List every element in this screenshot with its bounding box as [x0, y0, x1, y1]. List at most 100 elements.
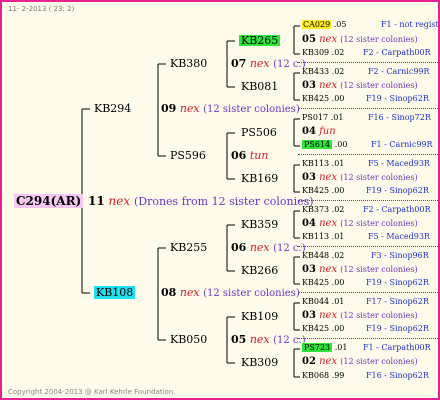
- gen4-origin: F19 - Sinop62R: [366, 278, 429, 287]
- gen3-queen-kb265[interactable]: KB265: [239, 35, 281, 46]
- gen3-brood: 04 nex (12 sister colonies): [302, 219, 418, 229]
- gen4-queen[interactable]: KB425: [302, 94, 329, 103]
- separator: [298, 338, 438, 339]
- gen4-entry: KB068 .99: [302, 372, 344, 380]
- gen4-queen[interactable]: KB433: [302, 67, 329, 76]
- gen4-number: .01: [331, 297, 345, 306]
- gen4-queen[interactable]: KB425: [302, 278, 329, 287]
- gen4-queen[interactable]: PS614: [302, 140, 333, 149]
- gen2-queen-kb380[interactable]: KB380: [170, 58, 207, 69]
- gen4-entry: KB433 .02: [302, 68, 344, 76]
- gen2-brood: 07 nex (12 c.): [231, 58, 306, 70]
- gen3-queen-kb266[interactable]: KB266: [241, 265, 278, 276]
- relation: nex: [179, 102, 200, 115]
- gen4-queen[interactable]: KB044: [302, 297, 329, 306]
- gen4-origin: F5 - Maced93R: [368, 232, 430, 241]
- gen4-queen[interactable]: PS017: [302, 113, 328, 122]
- copyright-footer: Copyright 2004-2013 @ Karl Kehrle Founda…: [8, 388, 176, 396]
- relation: nex: [319, 34, 338, 45]
- brood-number: 09: [161, 102, 177, 115]
- brood-description: (12 sister colonies): [340, 311, 418, 320]
- gen3-queen-kb169[interactable]: KB169: [241, 173, 278, 184]
- gen4-entry: CA029 .05: [302, 20, 346, 29]
- separator: [298, 108, 438, 109]
- brood-number: 04: [302, 126, 316, 137]
- relation: nex: [249, 57, 270, 70]
- relation: nex: [249, 333, 270, 346]
- gen4-queen[interactable]: KB113: [302, 159, 329, 168]
- brood-description: (Drones from 12 sister colonies): [133, 195, 314, 208]
- brood-number: 05: [302, 34, 316, 45]
- gen4-queen[interactable]: KB425: [302, 324, 329, 333]
- gen4-queen[interactable]: KB373: [302, 205, 329, 214]
- gen3-brood: 03 nex (12 sister colonies): [302, 173, 418, 183]
- relation: nex: [319, 264, 338, 275]
- gen3-queen-kb309[interactable]: KB309: [241, 357, 278, 368]
- gen2-queen-ps596[interactable]: PS596: [170, 150, 206, 161]
- brood-description: (12 c.): [273, 59, 306, 70]
- brood-description: (12 sister colonies): [340, 219, 418, 228]
- gen4-number: .01: [331, 232, 345, 241]
- relation: nex: [319, 80, 338, 91]
- brood-number: 07: [231, 57, 247, 70]
- date-line: 11- 2-2013 ( 23: 2): [8, 5, 75, 13]
- gen2-queen-kb255[interactable]: KB255: [170, 242, 207, 253]
- gen4-entry: KB425 .00: [302, 325, 344, 333]
- relation: nex: [319, 172, 338, 183]
- brood-number: 03: [302, 172, 316, 183]
- gen3-queen-kb359[interactable]: KB359: [241, 219, 278, 230]
- gen4-entry: PS614 .00: [302, 140, 347, 149]
- brood-description: (12 sister colonies): [340, 81, 418, 90]
- gen1-queen-kb294[interactable]: KB294: [94, 103, 131, 114]
- gen1-brood: 09 nex (12 sister colonies): [161, 103, 300, 115]
- relation: nex: [108, 194, 131, 208]
- gen4-queen[interactable]: KB113: [302, 232, 329, 241]
- gen4-queen[interactable]: PS723: [302, 343, 333, 352]
- separator: [298, 246, 438, 247]
- gen4-number: .01: [331, 159, 345, 168]
- root-queen[interactable]: C294(AR): [14, 194, 84, 208]
- gen4-entry: PS723 .01: [302, 343, 348, 352]
- relation: tun: [249, 149, 269, 162]
- gen4-origin: F19 - Sinop62R: [366, 186, 429, 195]
- gen4-number: .02: [331, 251, 345, 260]
- relation: nex: [319, 218, 338, 229]
- gen4-queen[interactable]: KB425: [302, 186, 329, 195]
- brood-description: (12 sister colonies): [203, 104, 300, 115]
- gen4-queen[interactable]: KB448: [302, 251, 329, 260]
- gen3-brood: 03 nex (12 sister colonies): [302, 81, 418, 91]
- gen4-entry: KB113 .01: [302, 160, 344, 168]
- brood-number: 05: [231, 333, 247, 346]
- gen4-origin: F17 - Sinop62R: [366, 297, 429, 306]
- gen2-brood: 06 nex (12 c.): [231, 242, 306, 254]
- pedigree-frame: 11- 2-2013 ( 23: 2) C294(AR) 11 nex (Dro…: [0, 0, 440, 400]
- relation: nex: [179, 286, 200, 299]
- gen4-number: .00: [331, 324, 345, 333]
- gen4-origin: F2 - Carnic99R: [368, 67, 430, 76]
- relation: nex: [319, 310, 338, 321]
- gen4-number: .00: [331, 186, 345, 195]
- gen4-origin: F1 - Carnic99R: [371, 140, 433, 149]
- gen3-queen-kb109[interactable]: KB109: [241, 311, 278, 322]
- gen3-queen-kb081[interactable]: KB081: [241, 81, 278, 92]
- brood-number: 08: [161, 286, 177, 299]
- brood-description: (12 c.): [273, 335, 306, 346]
- gen4-queen[interactable]: KB068: [302, 371, 329, 380]
- gen2-queen-kb050[interactable]: KB050: [170, 334, 207, 345]
- gen3-brood: 03 nex (12 sister colonies): [302, 311, 418, 321]
- gen4-queen[interactable]: CA029: [302, 20, 332, 29]
- gen2-brood: 05 nex (12 c.): [231, 334, 306, 346]
- gen1-queen-kb108[interactable]: KB108: [94, 286, 136, 299]
- relation: nex: [249, 241, 270, 254]
- gen4-queen[interactable]: KB309: [302, 48, 329, 57]
- gen3-queen-ps506[interactable]: PS506: [241, 127, 277, 138]
- brood-number: 04: [302, 218, 316, 229]
- gen4-number: .02: [331, 67, 345, 76]
- gen3-brood: 04 fun: [302, 127, 336, 137]
- gen4-number: .01: [334, 343, 348, 352]
- gen4-entry: PS017 .01: [302, 114, 343, 122]
- gen4-origin: F19 - Sinop62R: [366, 94, 429, 103]
- gen4-origin: F16 - Sinop62R: [366, 371, 429, 380]
- gen4-number: .01: [330, 113, 344, 122]
- root-brood: 11 nex (Drones from 12 sister colonies): [88, 195, 314, 207]
